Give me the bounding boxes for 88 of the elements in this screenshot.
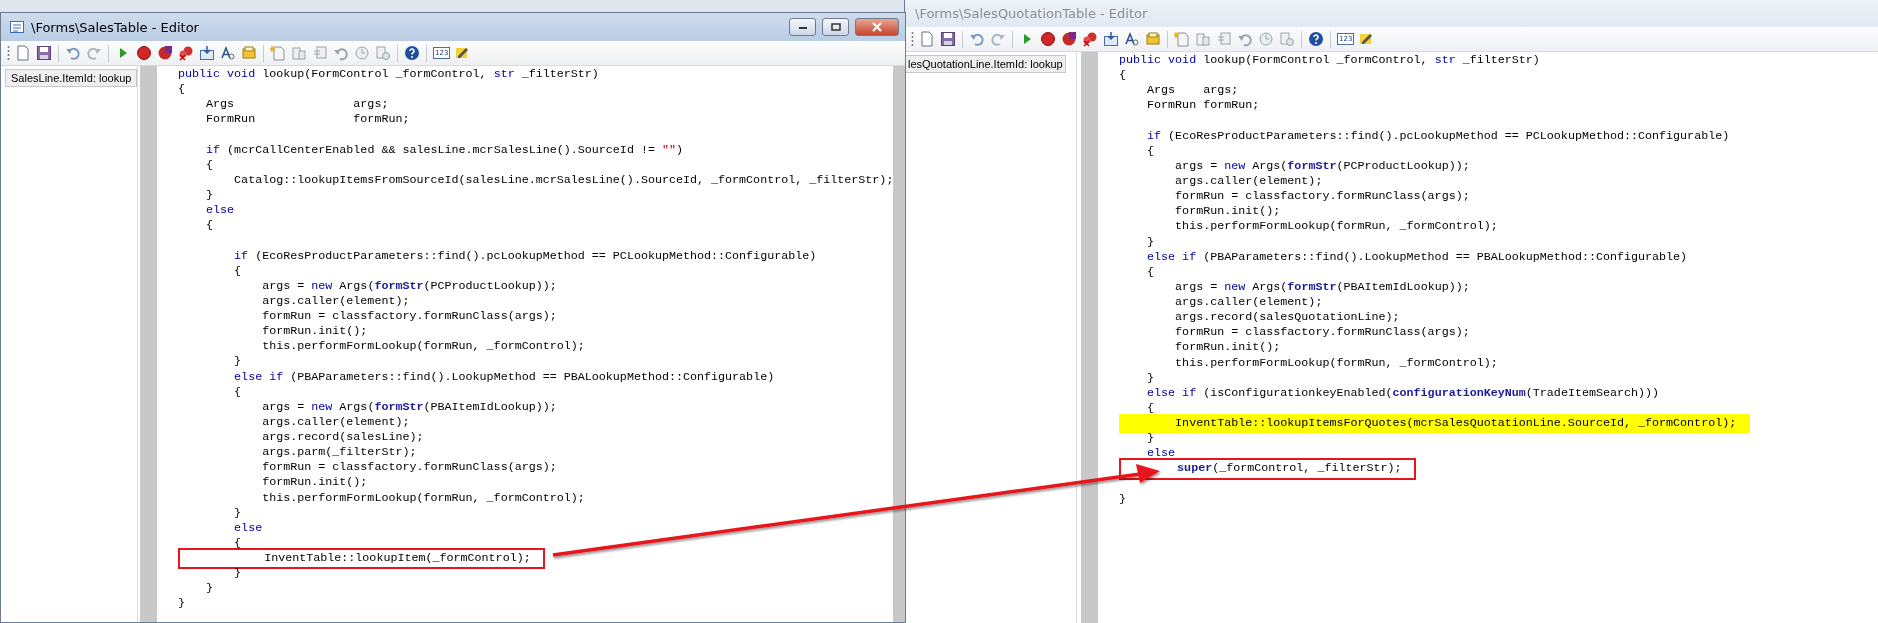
code-line: else if (isConfigurationkeyEnabled(configurationKeyNum(TradeItemSearch))) xyxy=(1146,385,1660,401)
code-line: this.performFormLookup(formRun, _formControl); xyxy=(1174,219,1498,235)
code-line: formRun = classfactory.formRunClass(args); xyxy=(1174,325,1470,341)
code-line: { xyxy=(1119,68,1126,84)
code-line: args.caller(element); xyxy=(1174,174,1323,190)
code-line: } xyxy=(233,354,242,370)
code-line: } xyxy=(1146,431,1155,447)
code-line: { xyxy=(178,82,185,98)
code-line: args.record(salesLine); xyxy=(261,430,424,446)
code-line: formRun.init(); xyxy=(261,475,368,491)
code-line: formRun = classfactory.formRunClass(args); xyxy=(261,460,557,476)
remove-breakpoints-icon[interactable] xyxy=(1082,31,1098,47)
code-line: public void lookup(FormControl _formControl, str _filterStr) xyxy=(178,67,599,83)
code-line: { xyxy=(205,157,214,173)
code-line: formRun = classfactory.formRunClass(args); xyxy=(1174,189,1470,205)
code-line: FormRun formRun; xyxy=(205,112,410,128)
code-line: } xyxy=(233,505,242,521)
window-title: \Forms\SalesQuotationTable - Editor xyxy=(915,6,1149,21)
code-line: { xyxy=(1146,143,1155,159)
redo-icon[interactable] xyxy=(990,31,1006,47)
code-line: formRun.init(); xyxy=(1174,340,1281,356)
toolbar-grip-icon xyxy=(7,45,10,61)
code-line: formRun.init(); xyxy=(1174,204,1281,220)
find-icon[interactable] xyxy=(1124,31,1140,47)
code-line: formRun = classfactory.formRunClass(args); xyxy=(261,309,557,325)
undo-icon[interactable] xyxy=(65,45,81,61)
code-line: public void lookup(FormControl _formControl, str _filterStr) xyxy=(1119,53,1540,69)
code-line: { xyxy=(233,384,242,400)
close-button[interactable] xyxy=(855,18,899,36)
breakpoint-icon[interactable] xyxy=(136,45,152,61)
code-line: FormRun formRun; xyxy=(1146,98,1260,114)
code-line: } xyxy=(178,596,185,612)
code-line: } xyxy=(1119,491,1126,507)
code-line: { xyxy=(233,263,242,279)
close-icon xyxy=(872,22,882,32)
remove-breakpoints-icon[interactable] xyxy=(178,45,194,61)
redo-icon[interactable] xyxy=(86,45,102,61)
save-icon[interactable] xyxy=(36,45,52,61)
code-line: args.caller(element); xyxy=(261,414,410,430)
undo-icon[interactable] xyxy=(969,31,985,47)
help-icon[interactable] xyxy=(1308,31,1324,47)
help-icon[interactable] xyxy=(404,45,420,61)
code-line: formRun.init(); xyxy=(261,324,368,340)
code-line: { xyxy=(233,535,242,551)
code-line: } xyxy=(205,581,214,597)
new-document-icon[interactable] xyxy=(919,31,935,47)
minimize-button[interactable] xyxy=(789,18,816,36)
code-line: Catalog::lookupItemsFromSourceId(salesLine.mcrSalesLine().SourceId, _formControl, _filterStr); xyxy=(233,172,894,188)
code-line: args.caller(element); xyxy=(261,293,410,309)
save-icon[interactable] xyxy=(940,31,956,47)
new-document-icon[interactable] xyxy=(15,45,31,61)
editor-window-icon xyxy=(9,19,25,35)
code-line: if (EcoResProductParameters::find().pcLookupMethod == PCLookupMethod::Configurable) xyxy=(1146,128,1730,144)
code-line: } xyxy=(1146,370,1155,386)
code-line: if (EcoResProductParameters::find().pcLookupMethod == PCLookupMethod::Configurable) xyxy=(233,248,817,264)
code-line: } xyxy=(1146,234,1155,250)
insert-document-icon[interactable] xyxy=(1174,31,1190,47)
code-line: } xyxy=(205,188,214,204)
breakpoint-icon[interactable] xyxy=(1040,31,1056,47)
maximize-icon xyxy=(830,23,841,31)
code-line: { xyxy=(1146,264,1155,280)
code-line: this.performFormLookup(formRun, _formControl); xyxy=(261,339,585,355)
code-line: else if (PBAParameters::find().LookupMethod == PBALookupMethod::Configurable) xyxy=(1146,249,1688,265)
code-line: args = new Args(formStr(PBAItemIdLookup)); xyxy=(261,399,557,415)
code-line: args.caller(element); xyxy=(1174,295,1323,311)
code-line: args.parm(_filterStr); xyxy=(261,445,417,461)
window-title: \Forms\SalesTable - Editor xyxy=(31,19,200,35)
code-line: else xyxy=(205,203,235,219)
code-line: Args args; xyxy=(205,97,389,113)
tree-item[interactable]: lesQuotationLine.ItemId: lookup xyxy=(905,55,1066,73)
code-line: { xyxy=(205,218,214,234)
code-line: this.performFormLookup(formRun, _formControl); xyxy=(1174,355,1498,371)
toolbar-grip-icon xyxy=(911,31,914,47)
find-icon[interactable] xyxy=(220,45,236,61)
code-line: if (mcrCallCenterEnabled && salesLine.mcrSalesLine().SourceId != "") xyxy=(205,142,683,158)
code-line: else xyxy=(233,520,263,536)
code-line: else if (PBAParameters::find().LookupMethod == PBALookupMethod::Configurable) xyxy=(233,369,775,385)
code-line: args = new Args(formStr(PCProductLookup)); xyxy=(261,278,557,294)
code-line: this.performFormLookup(formRun, _formControl); xyxy=(261,490,585,506)
code-line: Args args; xyxy=(1146,83,1239,99)
minimize-icon xyxy=(797,24,808,30)
code-line: { xyxy=(1146,400,1155,416)
code-line: args = new Args(formStr(PCProductLookup)); xyxy=(1174,158,1470,174)
code-line: args.record(salesQuotationLine); xyxy=(1174,310,1400,326)
tree-item[interactable]: SalesLine.ItemId: lookup xyxy=(5,69,138,87)
maximize-button[interactable] xyxy=(822,18,849,36)
code-line: args = new Args(formStr(PBAItemIdLookup)); xyxy=(1174,279,1470,295)
insert-document-icon[interactable] xyxy=(270,45,286,61)
